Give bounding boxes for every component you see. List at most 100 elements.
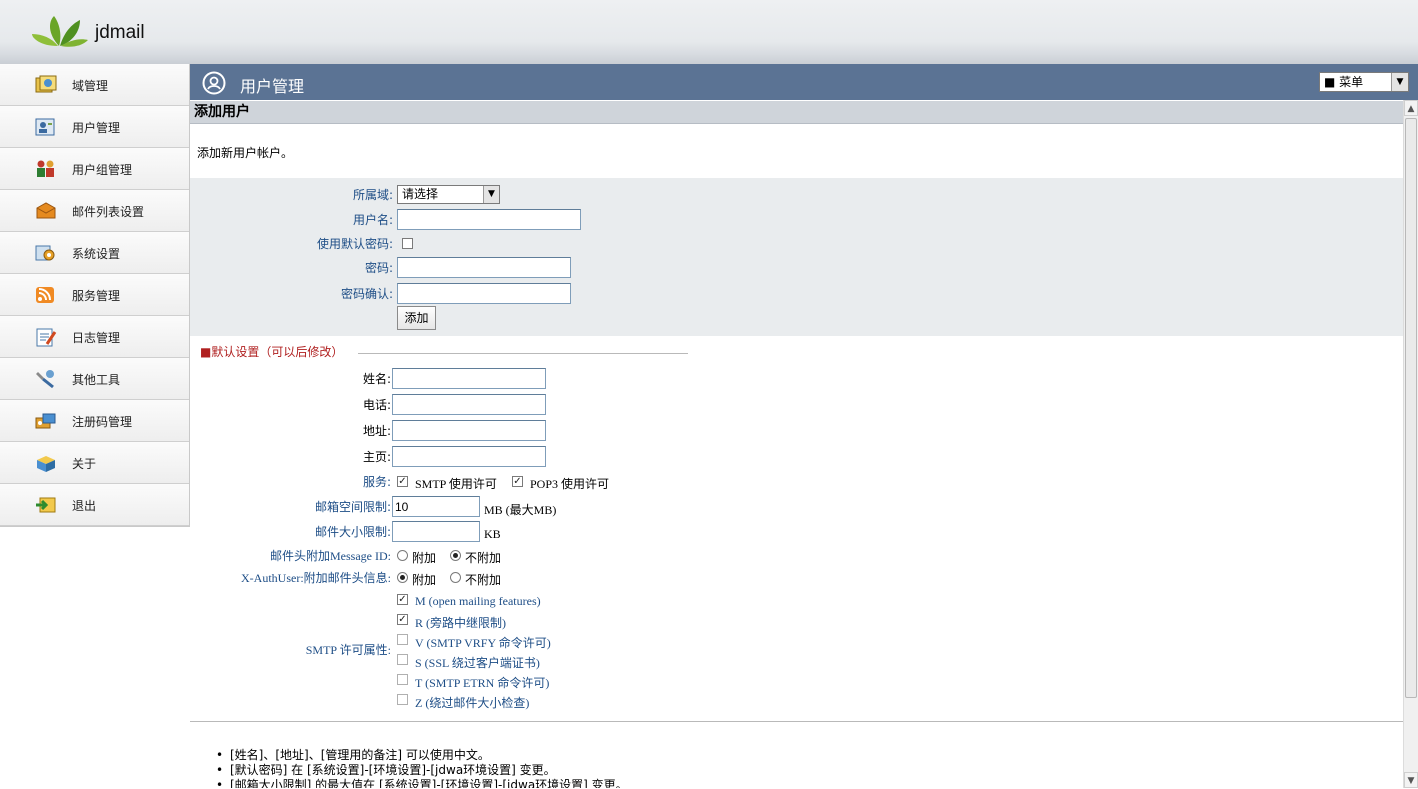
name-label: 姓名: [362,372,391,386]
mailing-list-icon [36,202,56,219]
user-circle-icon [202,71,226,95]
sidebar-item-label: 关于 [72,457,97,471]
sidebar-item-other-tools[interactable]: 其他工具 [0,358,189,400]
page-title: 用户管理 [240,77,305,96]
sidebar-item-service-management[interactable]: 服务管理 [0,274,189,316]
mailbox-limit-input[interactable] [392,496,480,517]
smtp-attr-r-checkbox[interactable]: ✓ [397,614,408,625]
smtp-attr-t-label: T (SMTP ETRN 命令许可) [415,676,550,690]
password-confirm-label: 密码确认: [340,287,393,301]
smtp-attr-s-checkbox[interactable] [397,654,408,665]
authuser-add-radio[interactable] [397,572,408,583]
sidebar-item-label: 用户组管理 [72,163,133,177]
app-header: jdmail [0,0,1418,64]
smtp-attr-v-checkbox[interactable] [397,634,408,645]
defaults-divider [358,353,688,354]
authuser-add-label: 附加 [412,573,437,587]
service-label: 服务: [362,475,391,489]
smtp-attr-r-label: R (旁路中继限制) [415,616,506,630]
mailbox-limit-label: 邮箱空间限制: [314,500,391,514]
name-input[interactable] [392,368,546,389]
tools-icon [36,370,54,389]
sidebar-item-group-management[interactable]: 用户组管理 [0,148,189,190]
smtp-permit-checkbox[interactable]: ✓ [397,476,408,487]
message-id-add-label: 附加 [412,551,437,565]
content-area: 添加用户 添加新用户帐户。 所属域: 请选择 ▼ 用户名: 使用默认密码: 密码… [190,100,1403,788]
vertical-scrollbar[interactable]: ▲ ▼ [1403,100,1418,788]
smtp-permit-label: SMTP 使用许可 [415,477,497,491]
smtp-attr-t-checkbox[interactable] [397,674,408,685]
authuser-label: X-AuthUser:附加邮件头信息: [241,571,391,585]
notes-divider [190,721,1403,722]
list-item: [姓名]、[地址]、[管理用的备注] 可以使用中文。 [216,748,628,763]
logout-icon [36,497,56,513]
sidebar-item-mailing-list[interactable]: 邮件列表设置 [0,190,189,232]
sidebar-item-logout[interactable]: 退出 [0,484,189,526]
mail-size-unit: KB [484,527,501,541]
system-settings-icon [35,245,55,261]
address-label: 地址: [362,424,391,438]
password-label: 密码: [364,261,393,275]
phone-label: 电话: [362,398,391,412]
page-title-bar: 用户管理 ■ 菜单 ▼ [190,64,1418,100]
authuser-noadd-radio[interactable] [450,572,461,583]
scroll-down-icon[interactable]: ▼ [1404,772,1418,788]
log-icon [36,328,57,347]
mail-size-input[interactable] [392,521,480,542]
authuser-noadd-label: 不附加 [465,573,502,587]
sidebar-item-label: 系统设置 [72,247,121,261]
default-password-label: 使用默认密码: [316,237,393,251]
scroll-up-icon[interactable]: ▲ [1404,100,1418,116]
sidebar-item-registration-code[interactable]: 注册码管理 [0,400,189,442]
homepage-label: 主页: [362,450,391,464]
smtp-attr-m-label: M (open mailing features) [415,594,541,608]
sidebar-item-domain[interactable]: 域管理 [0,64,189,106]
smtp-attr-m-checkbox[interactable]: ✓ [397,594,408,605]
message-id-add-radio[interactable] [397,550,408,561]
address-input[interactable] [392,420,546,441]
section-title: 添加用户 [190,101,1403,124]
domain-icon [35,75,57,93]
sidebar-item-label: 退出 [72,499,97,513]
chevron-down-icon: ▼ [1391,73,1408,91]
pop3-permit-checkbox[interactable]: ✓ [512,476,523,487]
sidebar-item-about[interactable]: 关于 [0,442,189,484]
app-logo-text: jdmail [95,22,145,43]
sidebar-item-label: 日志管理 [72,331,121,345]
domain-select[interactable]: 请选择 ▼ [397,185,500,204]
page-description: 添加新用户帐户。 [197,146,294,160]
scrollbar-thumb[interactable] [1405,118,1417,698]
main-panel: 用户管理 ■ 菜单 ▼ 添加用户 添加新用户帐户。 所属域: 请选择 ▼ 用户名… [190,64,1418,788]
sidebar-item-label: 注册码管理 [72,415,133,429]
smtp-attr-z-checkbox[interactable] [397,694,408,705]
menu-dropdown[interactable]: ■ 菜单 ▼ [1319,72,1409,92]
sidebar-item-system-settings[interactable]: 系统设置 [0,232,189,274]
sidebar-item-label: 服务管理 [72,289,121,303]
group-icon [37,160,54,177]
message-id-label: 邮件头附加Message ID: [270,549,391,563]
username-input[interactable] [397,209,581,230]
username-label: 用户名: [352,213,393,227]
phone-input[interactable] [392,394,546,415]
sidebar-item-log-management[interactable]: 日志管理 [0,316,189,358]
smtp-attr-z-label: Z (绕过邮件大小检查) [415,696,530,710]
sidebar-item-label: 其他工具 [72,373,121,387]
add-button[interactable]: 添加 [397,306,436,330]
sidebar-item-label: 用户管理 [72,121,121,135]
smtp-attributes-label: SMTP 许可属性: [305,643,391,657]
password-confirm-input[interactable] [397,283,571,304]
message-id-noadd-radio[interactable] [450,550,461,561]
smtp-attr-s-label: S (SSL 绕过客户端证书) [415,656,540,670]
list-item: [默认密码] 在 [系统设置]-[环境设置]-[jdwa环境设置] 变更。 [216,763,628,778]
sidebar-item-user-management[interactable]: 用户管理 [0,106,189,148]
sidebar: 域管理 用户管理 用户组管理 邮件列表设置 系统设置 服务管理 日志管理 其他工… [0,64,190,527]
leaf-logo-icon [32,16,88,47]
password-input[interactable] [397,257,571,278]
domain-label: 所属域: [352,188,393,202]
default-password-checkbox[interactable] [402,238,413,249]
registration-icon [35,413,56,429]
homepage-input[interactable] [392,446,546,467]
sidebar-item-label: 邮件列表设置 [72,205,145,219]
service-icon [36,287,54,303]
mail-size-label: 邮件大小限制: [314,525,391,539]
